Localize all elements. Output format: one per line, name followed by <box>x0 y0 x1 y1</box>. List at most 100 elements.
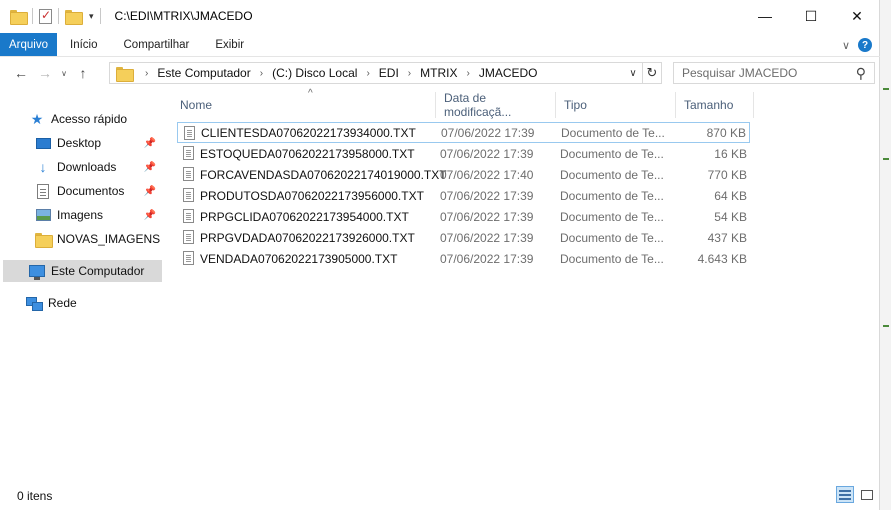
file-date: 07/06/2022 17:39 <box>440 209 534 224</box>
column-header-size[interactable]: Tamanho <box>676 92 754 118</box>
breadcrumb-edi[interactable]: EDI <box>379 66 399 80</box>
file-date: 07/06/2022 17:40 <box>440 167 534 182</box>
search-input[interactable] <box>682 66 852 80</box>
file-size: 770 KB <box>707 167 747 182</box>
expand-ribbon-icon[interactable]: ∨ <box>842 39 850 52</box>
sidebar-item-quick-access[interactable]: ★ Acesso rápido <box>0 108 160 130</box>
file-name: PRPGVDADA07062022173926000.TXT <box>200 230 415 245</box>
file-name: FORCAVENDASDA07062022174019000.TXT <box>200 167 447 182</box>
tab-compartilhar[interactable]: Compartilhar <box>111 33 203 56</box>
tab-inicio[interactable]: Início <box>57 33 111 56</box>
background-window-edge <box>880 0 891 510</box>
column-divider[interactable] <box>753 92 754 118</box>
window-controls: — ☐ ✕ <box>742 0 880 32</box>
table-row[interactable]: PRPGCLIDA07062022173954000.TXT 07/06/202… <box>177 206 750 227</box>
help-icon[interactable]: ? <box>858 38 872 52</box>
folder-icon[interactable] <box>10 9 28 25</box>
file-date: 07/06/2022 17:39 <box>440 251 534 266</box>
sidebar-item-label: Rede <box>48 296 77 310</box>
breadcrumb-mtrix[interactable]: MTRIX <box>420 66 457 80</box>
network-icon <box>26 295 43 311</box>
sidebar-item-este-computador[interactable]: Este Computador <box>3 260 162 282</box>
background-mark <box>883 158 889 160</box>
column-header-type[interactable]: Tipo <box>556 92 676 118</box>
file-date: 07/06/2022 17:39 <box>441 125 535 140</box>
table-row[interactable]: CLIENTESDA07062022173934000.TXT 07/06/20… <box>177 122 750 143</box>
address-bar-controls: ∨ ↻ <box>624 63 661 83</box>
file-size: 4.643 KB <box>697 251 747 266</box>
sidebar-item-desktop[interactable]: Desktop 📌 <box>0 132 160 154</box>
table-row[interactable]: ESTOQUEDA07062022173958000.TXT 07/06/202… <box>177 143 750 164</box>
item-count: 0 itens <box>17 489 53 503</box>
back-button[interactable]: ← <box>9 65 33 81</box>
folder-icon <box>35 231 53 248</box>
column-header-label: Nome <box>180 98 213 112</box>
toolbar-separator <box>58 8 59 24</box>
file-size: 870 KB <box>706 125 746 140</box>
text-file-icon <box>183 251 194 265</box>
new-folder-icon[interactable] <box>65 9 83 25</box>
details-view-button[interactable] <box>836 486 854 503</box>
sidebar-item-label: NOVAS_IMAGENS <box>57 232 161 246</box>
address-bar[interactable]: › Este Computador › (C:) Disco Local › E… <box>109 62 662 84</box>
toolbar-separator <box>99 8 101 24</box>
sidebar-item-rede[interactable]: Rede <box>0 292 160 314</box>
file-type: Documento de Te... <box>560 146 664 161</box>
chevron-right-icon[interactable]: › <box>145 68 148 79</box>
file-type: Documento de Te... <box>560 230 664 245</box>
ribbon-right-controls: ∨ ? <box>842 33 872 57</box>
pin-icon[interactable]: 📌 <box>144 186 156 197</box>
file-size: 64 KB <box>714 188 747 203</box>
tab-exibir[interactable]: Exibir <box>202 33 257 56</box>
breadcrumb-disco-local[interactable]: (C:) Disco Local <box>272 66 357 80</box>
sidebar-item-downloads[interactable]: ↓ Downloads 📌 <box>0 156 160 178</box>
chevron-right-icon[interactable]: › <box>260 68 263 79</box>
window-title: C:\EDI\MTRIX\JMACEDO <box>114 9 253 23</box>
close-button[interactable]: ✕ <box>834 0 880 32</box>
file-date: 07/06/2022 17:39 <box>440 230 534 245</box>
table-row[interactable]: FORCAVENDASDA07062022174019000.TXT 07/06… <box>177 164 750 185</box>
sort-ascending-icon: ^ <box>308 88 313 99</box>
maximize-button[interactable]: ☐ <box>788 0 834 32</box>
column-header-date[interactable]: Data de modificaçã... <box>436 91 556 119</box>
chevron-right-icon[interactable]: › <box>466 68 469 79</box>
up-button[interactable]: ↑ <box>71 65 95 81</box>
navigation-pane: ★ Acesso rápido Desktop 📌 ↓ Downloads 📌 … <box>0 92 163 482</box>
forward-button[interactable]: → <box>33 65 57 81</box>
sidebar-item-documentos[interactable]: Documentos 📌 <box>0 180 160 202</box>
refresh-button[interactable]: ↻ <box>642 63 661 83</box>
pin-icon[interactable]: 📌 <box>144 210 156 221</box>
sidebar-item-label: Documentos <box>57 184 125 198</box>
navigation-bar: ← → ∨ ↑ › Este Computador › (C:) Disco L… <box>0 58 880 88</box>
search-icon[interactable]: ⚲ <box>856 65 866 82</box>
table-row[interactable]: PRODUTOSDA07062022173956000.TXT 07/06/20… <box>177 185 750 206</box>
pin-icon[interactable]: 📌 <box>144 138 156 149</box>
sidebar-item-novas-imagens[interactable]: NOVAS_IMAGENS <box>0 228 160 250</box>
breadcrumb-jmacedo[interactable]: JMACEDO <box>479 66 538 80</box>
ribbon-tabs: Arquivo Início Compartilhar Exibir ∨ ? <box>0 33 880 57</box>
column-header-name[interactable]: ^ Nome <box>172 88 436 118</box>
chevron-right-icon[interactable]: › <box>366 68 369 79</box>
sidebar-item-label: Downloads <box>57 160 117 174</box>
address-dropdown-button[interactable]: ∨ <box>624 68 642 79</box>
file-name: PRODUTOSDA07062022173956000.TXT <box>200 188 424 203</box>
status-bar: 0 itens <box>0 482 880 510</box>
sidebar-item-imagens[interactable]: Imagens 📌 <box>0 204 160 226</box>
title-bar: ▾ C:\EDI\MTRIX\JMACEDO — ☐ ✕ <box>0 0 880 32</box>
column-header-label: Tamanho <box>684 98 734 112</box>
tab-arquivo[interactable]: Arquivo <box>0 33 57 56</box>
search-box[interactable]: ⚲ <box>673 62 875 84</box>
minimize-button[interactable]: — <box>742 0 788 32</box>
pin-icon[interactable]: 📌 <box>144 162 156 173</box>
customize-toolbar-dropdown[interactable]: ▾ <box>89 11 94 22</box>
table-row[interactable]: VENDADA07062022173905000.TXT 07/06/2022 … <box>177 248 750 269</box>
breadcrumb-este-computador[interactable]: Este Computador <box>157 66 250 80</box>
table-row[interactable]: PRPGVDADA07062022173926000.TXT 07/06/202… <box>177 227 750 248</box>
properties-icon[interactable] <box>39 8 52 24</box>
recent-locations-dropdown[interactable]: ∨ <box>57 69 71 78</box>
file-type: Documento de Te... <box>560 188 664 203</box>
large-icons-view-button[interactable] <box>858 486 876 503</box>
chevron-right-icon[interactable]: › <box>408 68 411 79</box>
file-date: 07/06/2022 17:39 <box>440 146 534 161</box>
file-date: 07/06/2022 17:39 <box>440 188 534 203</box>
